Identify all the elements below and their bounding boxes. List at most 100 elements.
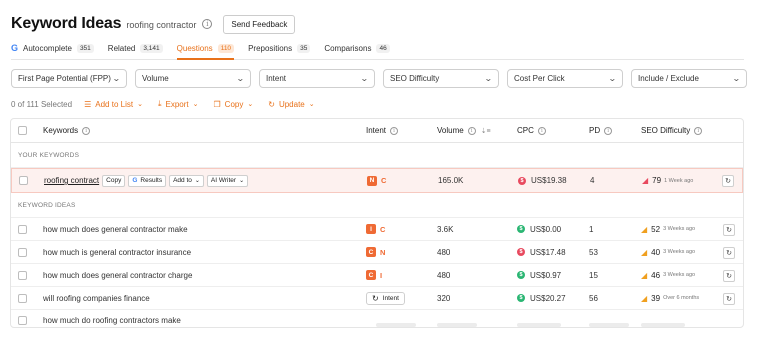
info-icon[interactable]: i xyxy=(537,126,546,135)
send-feedback-button[interactable]: Send Feedback xyxy=(223,14,296,34)
table-row[interactable]: will roofing companies finance ↻ Intent 3… xyxy=(11,287,743,310)
info-icon[interactable]: i xyxy=(604,126,613,135)
filter-include-exclude-dropdown[interactable]: Include / Exclude ⌄ xyxy=(631,69,747,88)
info-icon[interactable]: i xyxy=(390,126,399,135)
row-checkbox[interactable] xyxy=(18,225,27,234)
row-checkbox[interactable] xyxy=(19,176,28,185)
col-volume[interactable]: Volume i ⇣≡ xyxy=(437,126,491,135)
table-row-own-keyword[interactable]: roofing contract Copy G Results Add to ⌄ A… xyxy=(11,168,743,193)
sort-desc-icon[interactable]: ⇣≡ xyxy=(481,127,491,135)
add-to-list-button[interactable]: ☰ Add to List ⌄ xyxy=(84,100,143,109)
keyword-cell[interactable]: how much does general contractor make xyxy=(43,218,188,240)
seo-timestamp: 3 Weeks ago xyxy=(663,272,696,278)
cpc-value: US$19.38 xyxy=(531,176,567,185)
copy-keyword-button[interactable]: Copy xyxy=(102,174,126,187)
table-row[interactable]: how much does general contractor charge … xyxy=(11,264,743,287)
loading-placeholder xyxy=(376,323,416,327)
row-checkbox[interactable] xyxy=(18,294,27,303)
filter-seo-difficulty-dropdown[interactable]: SEO Difficulty ⌄ xyxy=(383,69,499,88)
table-row-loading[interactable]: how much do roofing contractors make xyxy=(11,310,743,327)
keyword-cell[interactable]: will roofing companies finance xyxy=(43,287,150,309)
pd-cell: 15 xyxy=(589,270,598,280)
dollar-icon: $ xyxy=(517,271,525,279)
table-row[interactable]: how much is general contractor insurance… xyxy=(11,241,743,264)
cpc-cell: $ US$0.97 xyxy=(517,264,561,286)
intent-secondary: I xyxy=(380,270,383,280)
filter-cpc-dropdown[interactable]: Cost Per Click ⌄ xyxy=(507,69,623,88)
fetch-intent-button[interactable]: ↻ Intent xyxy=(366,291,405,305)
copy-button[interactable]: ❐ Copy ⌄ xyxy=(214,100,254,109)
filter-intent-dropdown[interactable]: Intent ⌄ xyxy=(259,69,375,88)
keyword-link[interactable]: roofing contract xyxy=(44,176,99,185)
col-pd[interactable]: PD i xyxy=(589,126,613,135)
tab-comparisons[interactable]: Comparisons 46 xyxy=(324,40,390,56)
tab-autocomplete[interactable]: G Autocomplete 351 xyxy=(11,40,94,56)
tab-related[interactable]: Related 3,141 xyxy=(108,40,163,56)
action-bar: 0 of 111 Selected ☰ Add to List ⌄ ⤓ Expo… xyxy=(11,98,330,110)
seo-value: 39 xyxy=(651,293,661,303)
refresh-icon[interactable]: ↻ xyxy=(723,224,735,236)
cpc-value: US$17.48 xyxy=(530,247,566,257)
chevron-down-icon: ⌄ xyxy=(239,178,245,184)
table-row[interactable]: how much does general contractor make IC… xyxy=(11,218,743,241)
info-icon[interactable]: i xyxy=(202,19,213,29)
select-all-checkbox[interactable] xyxy=(18,126,27,135)
ai-writer-button[interactable]: AI Writer ⌄ xyxy=(206,174,249,187)
seo-timestamp: 3 Weeks ago xyxy=(663,226,696,232)
filter-label: First Page Potential (FPP) xyxy=(18,74,111,83)
intent-badge: C xyxy=(366,270,376,280)
tab-questions[interactable]: Questions 110 xyxy=(176,40,235,60)
add-to-button[interactable]: Add to ⌄ xyxy=(169,174,204,187)
row-checkbox[interactable] xyxy=(18,271,27,280)
tab-prepositions[interactable]: Prepositions 35 xyxy=(248,40,311,56)
section-keyword-ideas: KEYWORD IDEAS xyxy=(11,194,743,218)
cpc-value: US$0.97 xyxy=(530,270,562,280)
refresh-icon[interactable]: ↻ xyxy=(723,247,735,259)
filter-fpp-dropdown[interactable]: First Page Potential (FPP) ⌄ xyxy=(11,69,127,88)
google-results-button[interactable]: G Results xyxy=(128,174,167,187)
keywords-table: Keywords i Intent i Volume i ⇣≡ CPC i PD i SEO… xyxy=(10,118,744,328)
col-cpc[interactable]: CPC i xyxy=(517,126,546,135)
row-checkbox[interactable] xyxy=(18,248,27,257)
tab-count: 351 xyxy=(76,43,94,53)
pd-cell: 4 xyxy=(590,176,595,185)
intent-cell: IC xyxy=(366,218,385,240)
volume-cell: 480 xyxy=(437,270,451,280)
refresh-icon[interactable]: ↻ xyxy=(722,175,734,187)
tab-label: Questions xyxy=(176,43,213,53)
col-keywords[interactable]: Keywords i xyxy=(43,126,91,135)
chevron-down-icon: ⌄ xyxy=(192,101,199,108)
tab-count: 35 xyxy=(297,43,311,53)
refresh-icon: ↻ xyxy=(372,293,379,303)
intent-badge: C xyxy=(366,247,376,257)
keyword-cell[interactable]: how much does general contractor charge xyxy=(43,264,192,286)
col-label: Keywords xyxy=(43,126,79,135)
gauge-orange-icon: ◢ xyxy=(641,293,648,303)
gauge-orange-icon: ◢ xyxy=(641,224,648,234)
col-label: PD xyxy=(589,126,601,135)
filter-volume-dropdown[interactable]: Volume ⌄ xyxy=(135,69,251,88)
tab-count: 3,141 xyxy=(140,43,163,53)
volume-cell: 480 xyxy=(437,247,451,257)
tab-label: Comparisons xyxy=(324,43,372,53)
filter-bar: First Page Potential (FPP) ⌄ Volume ⌄ Inte… xyxy=(11,69,755,88)
refresh-icon[interactable]: ↻ xyxy=(723,270,735,282)
row-checkbox[interactable] xyxy=(18,316,27,325)
info-icon[interactable]: i xyxy=(467,126,476,135)
cpc-cell: $ US$17.48 xyxy=(517,241,566,263)
cpc-cell: $ US$0.00 xyxy=(517,218,561,240)
col-seo-difficulty[interactable]: SEO Difficulty i xyxy=(641,126,703,135)
pd-cell: 56 xyxy=(589,293,598,303)
col-intent[interactable]: Intent i xyxy=(366,126,399,135)
keyword-cell[interactable]: how much is general contractor insurance xyxy=(43,241,191,263)
export-button[interactable]: ⤓ Export ⌄ xyxy=(158,99,199,109)
info-icon[interactable]: i xyxy=(694,126,703,135)
info-icon[interactable]: i xyxy=(82,126,91,135)
refresh-icon[interactable]: ↻ xyxy=(723,293,735,305)
seo-timestamp: 1 Week ago xyxy=(664,177,694,184)
keyword-cell: roofing contract Copy G Results Add to ⌄ A… xyxy=(44,169,249,192)
keyword-cell[interactable]: how much do roofing contractors make xyxy=(43,310,181,327)
tab-bar: G Autocomplete 351 Related 3,141 Questio… xyxy=(11,40,744,60)
seo-timestamp: 3 Weeks ago xyxy=(663,249,696,255)
update-button[interactable]: ↻ Update ⌄ xyxy=(268,100,314,109)
